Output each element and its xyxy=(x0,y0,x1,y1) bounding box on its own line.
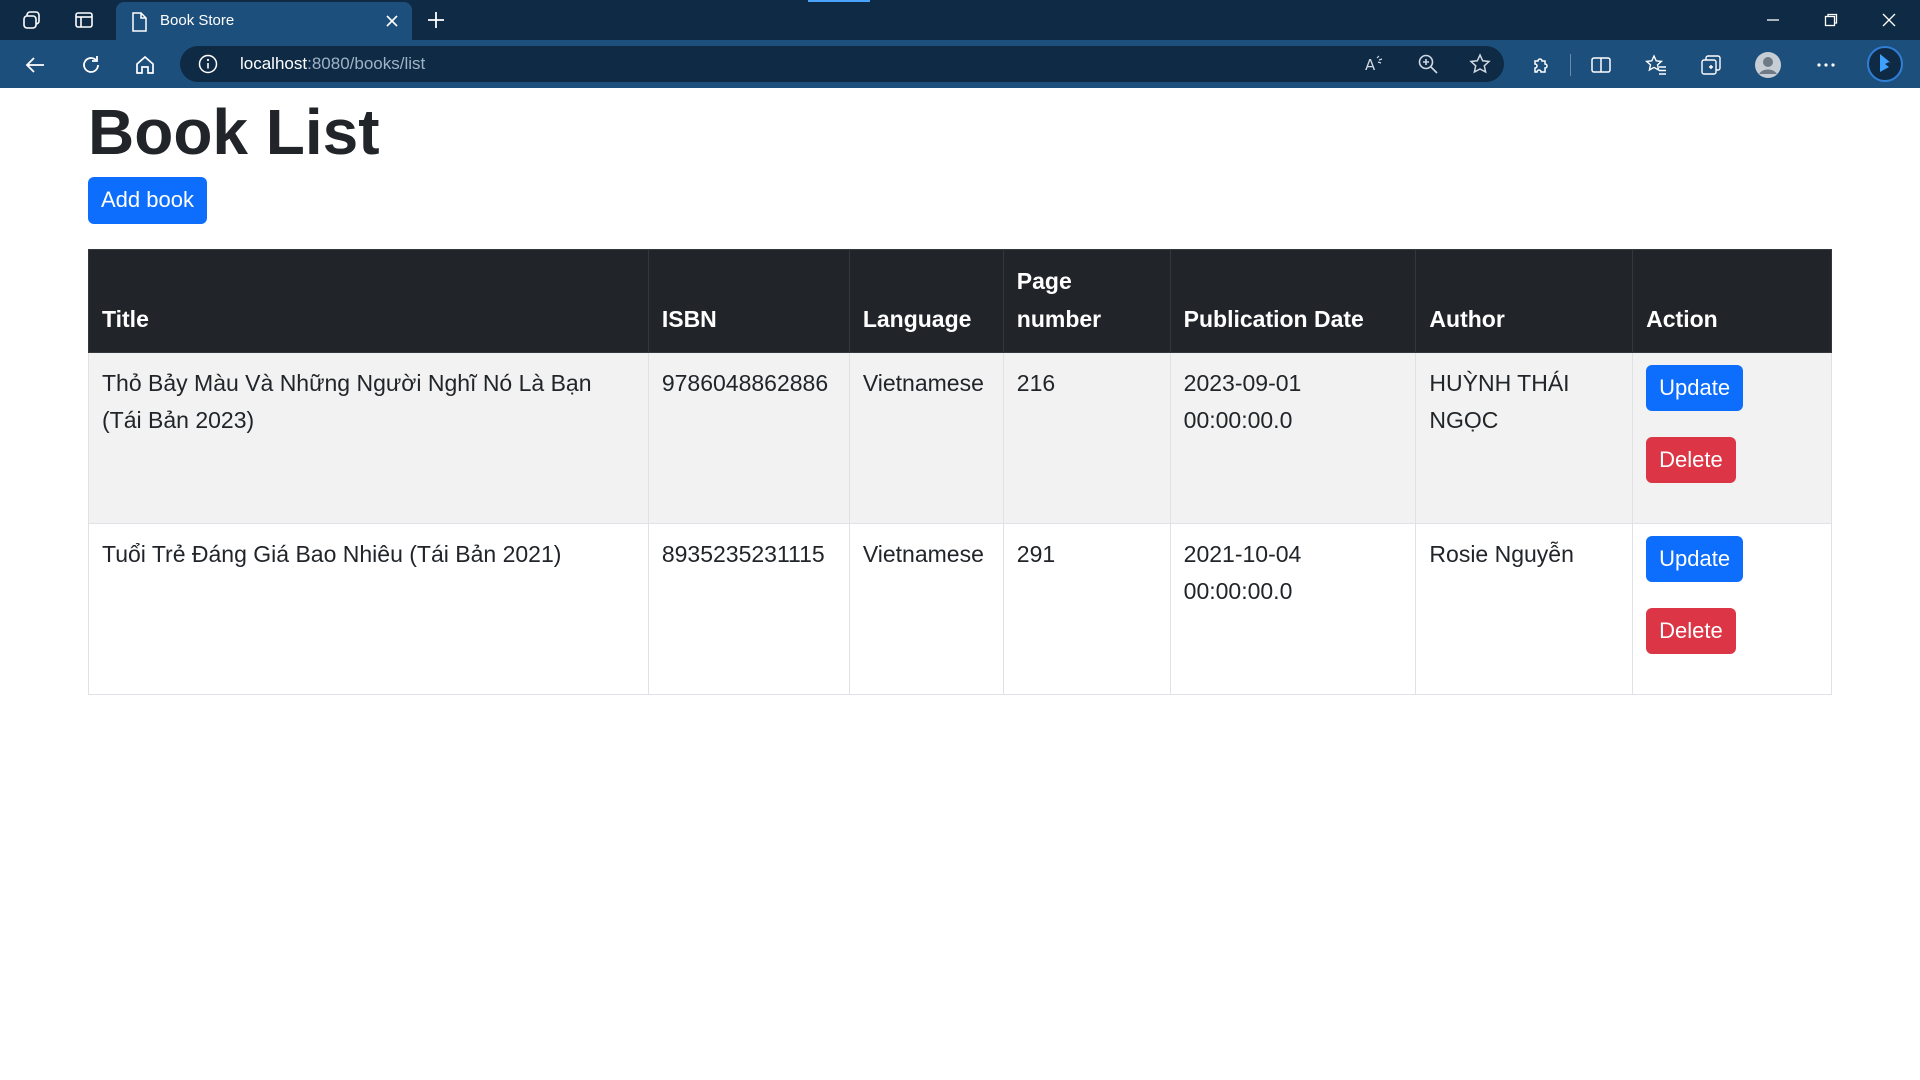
table-row: Thỏ Bảy Màu Và Những Người Nghĩ Nó Là Bạ… xyxy=(88,352,1832,524)
cell-isbn: 8935235231115 xyxy=(647,523,850,695)
workspaces-icon[interactable] xyxy=(20,8,44,32)
tab-book-store[interactable]: Book Store xyxy=(116,2,412,40)
read-aloud-icon[interactable]: A xyxy=(1362,52,1386,76)
address-bar[interactable]: localhost:8080/books/list A xyxy=(180,46,1504,82)
toolbar-separator xyxy=(1570,54,1571,76)
cell-author: HUỲNH THÁI NGỌC xyxy=(1415,352,1634,524)
column-header-page-number: Page number xyxy=(1002,249,1171,353)
minimize-icon[interactable] xyxy=(1756,8,1790,32)
profile-icon[interactable] xyxy=(1753,50,1783,80)
row-actions: Update Delete xyxy=(1646,536,1818,654)
cell-isbn: 9786048862886 xyxy=(647,352,850,524)
browser-toolbar: localhost:8080/books/list A xyxy=(0,40,1920,88)
cell-pages: 216 xyxy=(1002,352,1171,524)
url-path: :8080/books/list xyxy=(307,54,426,73)
cell-actions: Update Delete xyxy=(1632,523,1832,695)
column-header-isbn: ISBN xyxy=(647,249,850,353)
cell-title: Thỏ Bảy Màu Và Những Người Nghĩ Nó Là Bạ… xyxy=(88,352,649,524)
page-title: Book List xyxy=(88,96,380,168)
extensions-icon[interactable] xyxy=(1526,50,1556,80)
favorite-star-icon[interactable] xyxy=(1468,52,1492,76)
update-button[interactable]: Update xyxy=(1646,365,1744,411)
new-tab-icon[interactable] xyxy=(424,8,448,32)
favorites-icon[interactable] xyxy=(1641,50,1671,80)
split-screen-icon[interactable] xyxy=(1586,50,1616,80)
column-header-language: Language xyxy=(848,249,1004,353)
tab-actions-icon[interactable] xyxy=(72,8,96,32)
zoom-icon[interactable] xyxy=(1416,52,1440,76)
collections-icon[interactable] xyxy=(1696,50,1726,80)
close-tab-icon[interactable] xyxy=(382,11,402,31)
refresh-icon[interactable] xyxy=(76,50,106,80)
cell-actions: Update Delete xyxy=(1632,352,1832,524)
row-actions: Update Delete xyxy=(1646,365,1818,483)
more-icon[interactable] xyxy=(1811,50,1841,80)
home-icon[interactable] xyxy=(130,50,160,80)
cell-pages: 291 xyxy=(1002,523,1171,695)
book-table: Title ISBN Language Page number Publicat… xyxy=(88,249,1832,695)
table-header-row: Title ISBN Language Page number Publicat… xyxy=(88,249,1832,353)
delete-button[interactable]: Delete xyxy=(1646,608,1736,654)
titlebar-accent xyxy=(808,0,870,2)
back-icon[interactable] xyxy=(20,50,50,80)
svg-text:A: A xyxy=(1365,56,1376,74)
cell-publication-date: 2021-10-04 00:00:00.0 xyxy=(1169,523,1417,695)
update-button[interactable]: Update xyxy=(1646,536,1744,582)
add-book-button[interactable]: Add book xyxy=(88,177,207,224)
cell-author: Rosie Nguyễn xyxy=(1415,523,1634,695)
info-icon[interactable] xyxy=(198,54,218,74)
column-header-author: Author xyxy=(1415,249,1634,353)
table-row: Tuổi Trẻ Đáng Giá Bao Nhiêu (Tái Bản 202… xyxy=(88,523,1832,695)
column-header-publication-date: Publication Date xyxy=(1169,249,1417,353)
url-text[interactable]: localhost:8080/books/list xyxy=(240,54,425,74)
tab-title: Book Store xyxy=(160,12,235,29)
browser-titlebar: Book Store xyxy=(0,0,1920,40)
close-window-icon[interactable] xyxy=(1872,8,1906,32)
column-header-action: Action xyxy=(1632,249,1832,353)
restore-icon[interactable] xyxy=(1814,8,1848,32)
cell-publication-date: 2023-09-01 00:00:00.0 xyxy=(1169,352,1417,524)
page-favicon-icon xyxy=(130,12,148,32)
column-header-title: Title xyxy=(88,249,649,353)
url-host: localhost xyxy=(240,54,308,73)
copilot-icon[interactable] xyxy=(1866,45,1904,83)
cell-title: Tuổi Trẻ Đáng Giá Bao Nhiêu (Tái Bản 202… xyxy=(88,523,649,695)
cell-language: Vietnamese xyxy=(848,352,1004,524)
cell-language: Vietnamese xyxy=(848,523,1004,695)
delete-button[interactable]: Delete xyxy=(1646,437,1736,483)
